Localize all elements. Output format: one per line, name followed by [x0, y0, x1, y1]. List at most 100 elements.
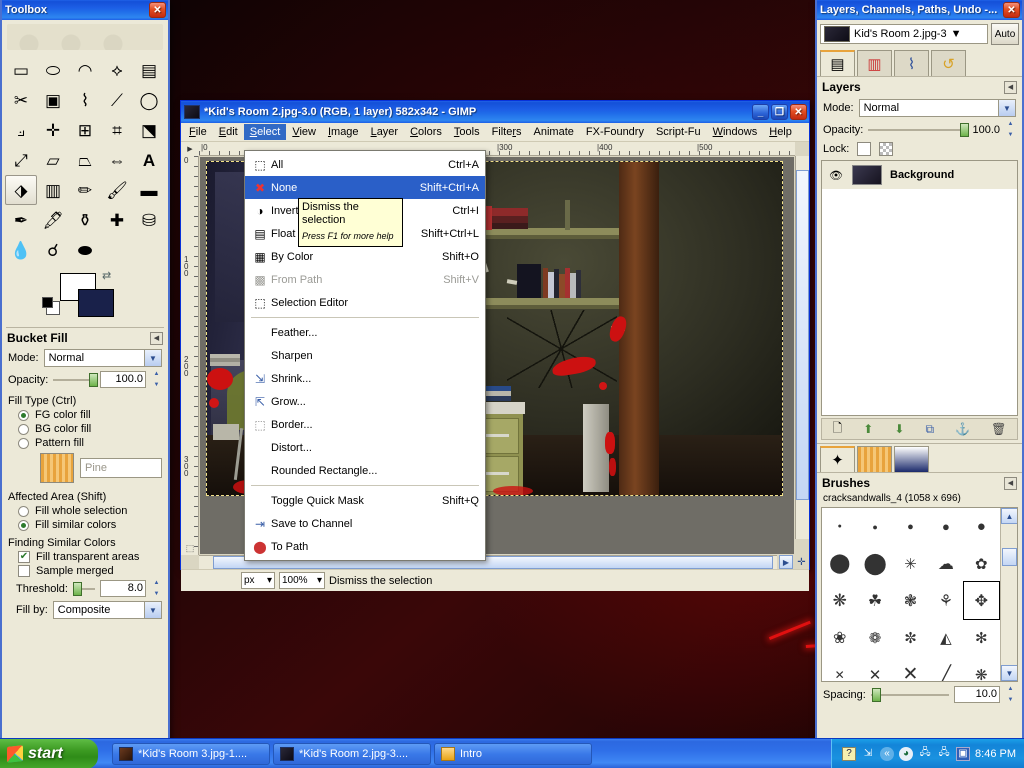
taskbar-item-kids-room-2[interactable]: *Kid's Room 2.jpg-3....: [273, 742, 431, 765]
lock-pixels-checkbox[interactable]: [857, 142, 872, 156]
zoom-tool-icon[interactable]: ◯: [133, 85, 165, 115]
menu-item-toggle-quick-mask[interactable]: Toggle Quick Mask Shift+Q: [245, 489, 485, 512]
clone-tool-icon[interactable]: ⚱: [69, 205, 101, 235]
brush-scrollbar-thumb[interactable]: [1002, 548, 1017, 566]
raise-layer-button[interactable]: ⬆: [863, 422, 873, 436]
airbrush-tool-icon[interactable]: ✒: [5, 205, 37, 235]
brush-cell[interactable]: ☘: [857, 582, 892, 619]
brush-scroll-down-arrow[interactable]: ▼: [1001, 665, 1017, 681]
foreground-select-tool-icon[interactable]: ▣: [37, 85, 69, 115]
chevron-down-icon[interactable]: ▾: [317, 575, 322, 586]
pattern-swatch[interactable]: [40, 453, 74, 483]
radio-icon[interactable]: [18, 423, 29, 435]
close-icon[interactable]: ✕: [790, 104, 807, 120]
brush-cell[interactable]: ●: [928, 508, 963, 545]
update-icon[interactable]: ◕: [899, 746, 914, 761]
brush-cell[interactable]: ✳: [893, 545, 928, 582]
brush-cell[interactable]: ●: [857, 508, 892, 545]
taskbar-item-kids-room-3[interactable]: *Kid's Room 3.jpg-1....: [112, 742, 270, 765]
bucket-fill-tool-icon[interactable]: ⬗: [5, 175, 37, 205]
brush-cell[interactable]: ✕: [857, 656, 892, 682]
blur-sharpen-tool-icon[interactable]: 💧: [5, 235, 37, 265]
color-swatch-area[interactable]: ⇄: [2, 269, 168, 325]
menu-windows[interactable]: Windows: [707, 124, 764, 140]
smudge-tool-icon[interactable]: ☌: [37, 235, 69, 265]
scale-tool-icon[interactable]: ⤢: [5, 145, 37, 175]
brush-cell[interactable]: ❀: [822, 619, 857, 656]
brush-cell[interactable]: ✿: [964, 545, 999, 582]
brush-cell[interactable]: ⬤: [857, 545, 892, 582]
opacity-value-field[interactable]: 100.0: [100, 371, 146, 388]
paths-tab[interactable]: ⌇: [894, 50, 929, 76]
rect-select-tool-icon[interactable]: ▭: [5, 55, 37, 85]
brush-cell[interactable]: ✼: [893, 619, 928, 656]
anchor-layer-button[interactable]: ⚓: [955, 422, 970, 436]
sample-merged-checkbox[interactable]: Sample merged: [2, 564, 168, 578]
layer-opacity-stepper[interactable]: ▲ ▼: [1005, 121, 1016, 138]
taskbar-item-intro[interactable]: Intro: [434, 742, 592, 765]
brush-cell[interactable]: ●: [822, 508, 857, 545]
alignment-tool-icon[interactable]: ⊞: [69, 115, 101, 145]
brush-cell-selected[interactable]: ✥: [962, 581, 1001, 620]
channels-tab[interactable]: ▥: [857, 50, 892, 76]
menu-item-by-color[interactable]: ▦ By Color Shift+O: [245, 245, 485, 268]
ink-tool-icon[interactable]: 🖋: [37, 205, 69, 235]
spacing-value-field[interactable]: 10.0: [954, 686, 1000, 703]
menu-view[interactable]: View: [286, 124, 322, 140]
brush-cell[interactable]: ☁: [928, 545, 963, 582]
network-disconnected-icon-2[interactable]: 🖧: [937, 747, 951, 761]
brush-cell[interactable]: ⬤: [822, 545, 857, 582]
paths-tool-icon[interactable]: ⌇: [69, 85, 101, 115]
menu-item-feather[interactable]: Feather...: [245, 321, 485, 344]
pencil-tool-icon[interactable]: ✏: [69, 175, 101, 205]
start-button[interactable]: start: [0, 738, 98, 768]
menu-tools[interactable]: Tools: [448, 124, 486, 140]
menu-fx-foundry[interactable]: FX-Foundry: [580, 124, 650, 140]
gradients-tab[interactable]: [894, 446, 929, 472]
zoom-select[interactable]: 100% ▾: [279, 572, 325, 589]
help-icon[interactable]: ?: [842, 746, 857, 761]
menu-item-distort[interactable]: Distort...: [245, 436, 485, 459]
default-colors-icon[interactable]: [42, 297, 60, 315]
threshold-value-field[interactable]: 8.0: [100, 580, 146, 597]
perspective-clone-tool-icon[interactable]: ⛁: [133, 205, 165, 235]
patterns-tab[interactable]: [857, 446, 892, 472]
menu-colors[interactable]: Colors: [404, 124, 448, 140]
affected-similar-colors[interactable]: Fill similar colors: [2, 518, 168, 532]
menu-item-save-to-channel[interactable]: ⇥ Save to Channel: [245, 512, 485, 535]
lock-alpha-checkbox[interactable]: [879, 142, 894, 156]
fill-type-fg[interactable]: FG color fill: [2, 408, 168, 422]
threshold-stepper[interactable]: ▲ ▼: [151, 580, 162, 597]
display-icon[interactable]: ▣: [956, 746, 971, 761]
fuzzy-select-tool-icon[interactable]: ⟡: [101, 55, 133, 85]
vertical-scrollbar[interactable]: [795, 156, 809, 539]
menu-animate[interactable]: Animate: [528, 124, 580, 140]
menu-item-selection-editor[interactable]: ⬚ Selection Editor: [245, 291, 485, 314]
brush-cell[interactable]: ⚘: [928, 582, 963, 619]
background-color-swatch[interactable]: [78, 289, 114, 317]
menu-select[interactable]: Select: [243, 124, 287, 140]
menu-script-fu[interactable]: Script-Fu: [650, 124, 707, 140]
layers-collapse-icon[interactable]: ◀: [1004, 80, 1017, 94]
crop-tool-icon[interactable]: ⌗: [101, 115, 133, 145]
chevron-down-icon[interactable]: ▾: [267, 575, 272, 586]
menu-help[interactable]: Help: [763, 124, 798, 140]
checkbox-icon[interactable]: [18, 565, 30, 577]
menu-item-to-path[interactable]: ⬤ To Path: [245, 535, 485, 558]
layer-mode-select[interactable]: Normal ▼: [858, 99, 1016, 117]
flip-tool-icon[interactable]: ⇔: [101, 145, 133, 175]
brush-cell[interactable]: ✻: [964, 619, 999, 656]
new-layer-button[interactable]: 🗋: [833, 419, 843, 440]
threshold-slider[interactable]: [72, 581, 95, 596]
ellipse-select-tool-icon[interactable]: ⬭: [37, 55, 69, 85]
menu-item-none[interactable]: ✖ None Shift+Ctrl+A: [245, 176, 485, 199]
brush-cell[interactable]: ✕: [893, 656, 928, 681]
image-window-titlebar[interactable]: *Kid's Room 2.jpg-3.0 (RGB, 1 layer) 582…: [181, 101, 809, 123]
menu-item-all[interactable]: ⬚ All Ctrl+A: [245, 153, 485, 176]
dock-close-icon[interactable]: ✕: [1003, 2, 1020, 18]
network-disconnected-icon[interactable]: 🖧: [918, 747, 932, 761]
layer-row-background[interactable]: 👁 Background: [822, 161, 1017, 189]
menu-filters[interactable]: Filters: [486, 124, 528, 140]
duplicate-layer-button[interactable]: ⧉: [926, 422, 935, 437]
radio-icon[interactable]: [18, 519, 29, 531]
